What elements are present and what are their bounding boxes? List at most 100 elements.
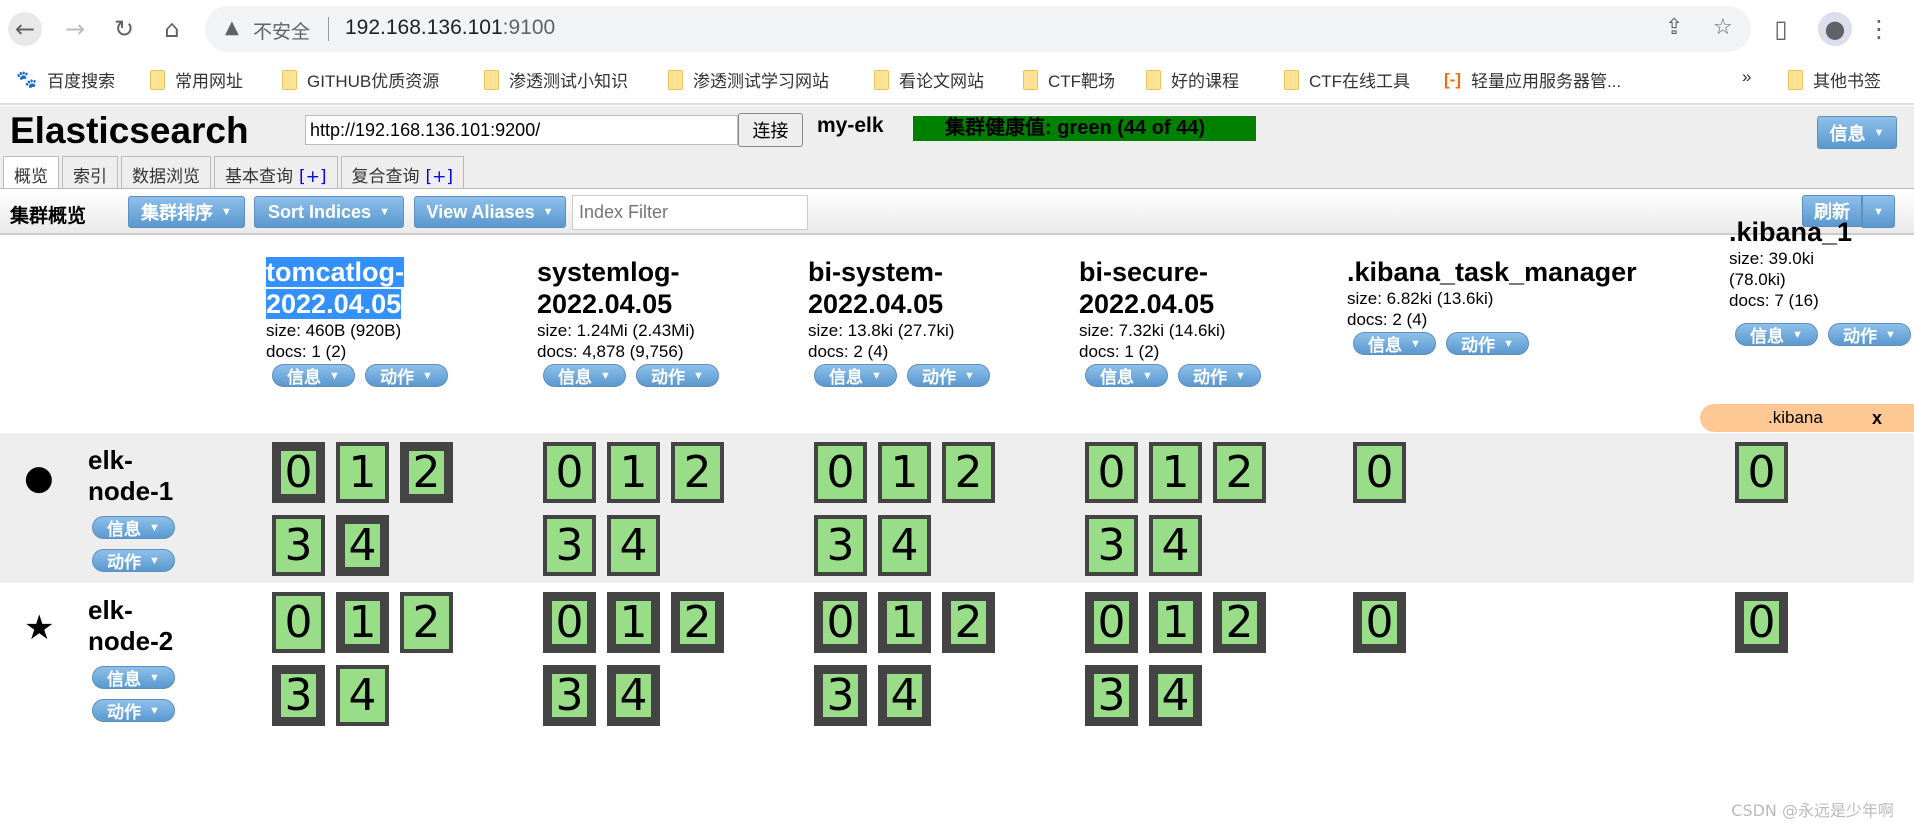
index-info-button[interactable]: 信息 ▼ xyxy=(814,364,897,387)
bookmarks-more[interactable]: » xyxy=(1742,67,1751,87)
url-text[interactable]: 192.168.136.101:9100 xyxy=(345,16,555,40)
tab-overview[interactable]: 概览 xyxy=(3,156,59,188)
menu-icon[interactable]: ⋮ xyxy=(1862,12,1896,46)
add-tab-icon[interactable]: [+] xyxy=(299,167,327,187)
node-info-button[interactable]: 信息 ▼ xyxy=(92,666,175,689)
index-info-button[interactable]: 信息 ▼ xyxy=(1353,332,1436,355)
primary-shard[interactable]: 0 xyxy=(543,592,596,653)
primary-shard[interactable]: 1 xyxy=(1149,592,1202,653)
side-panel-icon[interactable]: ▯ xyxy=(1764,12,1798,46)
node-info-button[interactable]: 信息 ▼ xyxy=(92,516,175,539)
index-action-button[interactable]: 动作 ▼ xyxy=(1178,364,1261,387)
primary-shard[interactable]: 4 xyxy=(336,515,389,576)
index-name[interactable]: bi-system- 2022.04.05 xyxy=(808,256,1078,320)
primary-shard[interactable]: 3 xyxy=(543,665,596,726)
replica-shard[interactable]: 0 xyxy=(543,442,596,503)
primary-shard[interactable]: 0 xyxy=(272,442,325,503)
primary-shard[interactable]: 2 xyxy=(671,592,724,653)
primary-shard[interactable]: 2 xyxy=(400,442,453,503)
address-bar[interactable]: ▲ 不安全 192.168.136.101:9100 ⇪ ☆ xyxy=(205,6,1751,52)
primary-shard[interactable]: 2 xyxy=(942,592,995,653)
index-info-button[interactable]: 信息 ▼ xyxy=(272,364,355,387)
primary-shard[interactable]: 0 xyxy=(1735,592,1788,653)
index-name[interactable]: tomcatlog- 2022.04.05 xyxy=(266,256,536,320)
primary-shard[interactable]: 4 xyxy=(607,665,660,726)
replica-shard[interactable]: 2 xyxy=(671,442,724,503)
replica-shard[interactable]: 3 xyxy=(543,515,596,576)
replica-shard[interactable]: 0 xyxy=(1085,442,1138,503)
replica-shard[interactable]: 4 xyxy=(878,515,931,576)
home-icon[interactable]: ⌂ xyxy=(155,12,189,46)
add-tab-icon[interactable]: [+] xyxy=(426,167,454,187)
replica-shard[interactable]: 0 xyxy=(814,442,867,503)
share-icon[interactable]: ⇪ xyxy=(1665,15,1683,40)
index-filter-input[interactable] xyxy=(572,195,808,230)
index-name[interactable]: .kibana_1 xyxy=(1729,216,1914,248)
primary-shard[interactable]: 0 xyxy=(1353,592,1406,653)
primary-shard[interactable]: 1 xyxy=(336,592,389,653)
bookmark-folder[interactable]: 好的课程 xyxy=(1146,67,1239,92)
bookmark-folder[interactable]: CTF在线工具 xyxy=(1284,67,1410,92)
bookmark-folder[interactable]: 渗透测试小知识 xyxy=(484,67,628,92)
index-action-button[interactable]: 动作 ▼ xyxy=(1446,332,1529,355)
primary-shard[interactable]: 4 xyxy=(1149,665,1202,726)
connect-button[interactable]: 连接 xyxy=(738,113,803,147)
replica-shard[interactable]: 0 xyxy=(272,592,325,653)
node-name[interactable]: elk-node-1 xyxy=(88,445,173,507)
index-info-button[interactable]: 信息 ▼ xyxy=(1735,323,1818,346)
reload-icon[interactable]: ↻ xyxy=(107,12,141,46)
replica-shard[interactable]: 4 xyxy=(336,665,389,726)
replica-shard[interactable]: 4 xyxy=(607,515,660,576)
sort-cluster-button[interactable]: 集群排序 ▼ xyxy=(128,196,245,228)
remove-alias-icon[interactable]: x xyxy=(1872,404,1882,432)
bookmark-aliyun[interactable]: [-] 轻量应用服务器管... xyxy=(1444,67,1621,92)
replica-shard[interactable]: 0 xyxy=(1735,442,1788,503)
replica-shard[interactable]: 3 xyxy=(272,515,325,576)
bookmark-other[interactable]: 其他书签 xyxy=(1788,67,1881,92)
sort-indices-button[interactable]: Sort Indices ▼ xyxy=(254,196,404,228)
es-url-input[interactable] xyxy=(305,115,738,145)
bookmark-folder[interactable]: CTF靶场 xyxy=(1023,67,1115,92)
primary-shard[interactable]: 4 xyxy=(878,665,931,726)
bookmark-folder[interactable]: 看论文网站 xyxy=(874,67,984,92)
back-icon[interactable]: ← xyxy=(8,12,42,46)
info-menu-button[interactable]: 信息 ▼ xyxy=(1817,116,1897,149)
primary-shard[interactable]: 1 xyxy=(607,592,660,653)
bookmark-folder[interactable]: 渗透测试学习网站 xyxy=(668,67,829,92)
bookmark-folder[interactable]: 常用网址 xyxy=(150,67,243,92)
tab-basic-query[interactable]: 基本查询 [+] xyxy=(214,156,338,188)
index-action-button[interactable]: 动作 ▼ xyxy=(1828,323,1911,346)
index-name[interactable]: systemlog- 2022.04.05 xyxy=(537,256,807,320)
bookmark-baidu[interactable]: 🐾 百度搜索 xyxy=(16,67,115,92)
primary-shard[interactable]: 3 xyxy=(814,665,867,726)
node-action-button[interactable]: 动作 ▼ xyxy=(92,549,175,572)
index-action-button[interactable]: 动作 ▼ xyxy=(365,364,448,387)
tab-indices[interactable]: 索引 xyxy=(62,156,118,188)
replica-shard[interactable]: 2 xyxy=(942,442,995,503)
primary-shard[interactable]: 2 xyxy=(1213,592,1266,653)
index-action-button[interactable]: 动作 ▼ xyxy=(907,364,990,387)
forward-icon[interactable]: → xyxy=(58,12,92,46)
index-info-button[interactable]: 信息 ▼ xyxy=(1085,364,1168,387)
primary-shard[interactable]: 1 xyxy=(878,592,931,653)
primary-shard[interactable]: 0 xyxy=(814,592,867,653)
tab-compound-query[interactable]: 复合查询 [+] xyxy=(340,156,465,188)
primary-shard[interactable]: 3 xyxy=(272,665,325,726)
primary-shard[interactable]: 3 xyxy=(1085,665,1138,726)
replica-shard[interactable]: 1 xyxy=(1149,442,1202,503)
index-action-button[interactable]: 动作 ▼ xyxy=(636,364,719,387)
node-action-button[interactable]: 动作 ▼ xyxy=(92,699,175,722)
replica-shard[interactable]: 1 xyxy=(607,442,660,503)
index-info-button[interactable]: 信息 ▼ xyxy=(543,364,626,387)
primary-shard[interactable]: 0 xyxy=(1085,592,1138,653)
index-name[interactable]: bi-secure- 2022.04.05 xyxy=(1079,256,1349,320)
replica-shard[interactable]: 4 xyxy=(1149,515,1202,576)
replica-shard[interactable]: 1 xyxy=(878,442,931,503)
replica-shard[interactable]: 3 xyxy=(1085,515,1138,576)
replica-shard[interactable]: 3 xyxy=(814,515,867,576)
replica-shard[interactable]: 2 xyxy=(400,592,453,653)
replica-shard[interactable]: 2 xyxy=(1213,442,1266,503)
tab-browser[interactable]: 数据浏览 xyxy=(121,156,211,188)
index-name[interactable]: .kibana_task_manager xyxy=(1347,256,1637,288)
replica-shard[interactable]: 0 xyxy=(1353,442,1406,503)
